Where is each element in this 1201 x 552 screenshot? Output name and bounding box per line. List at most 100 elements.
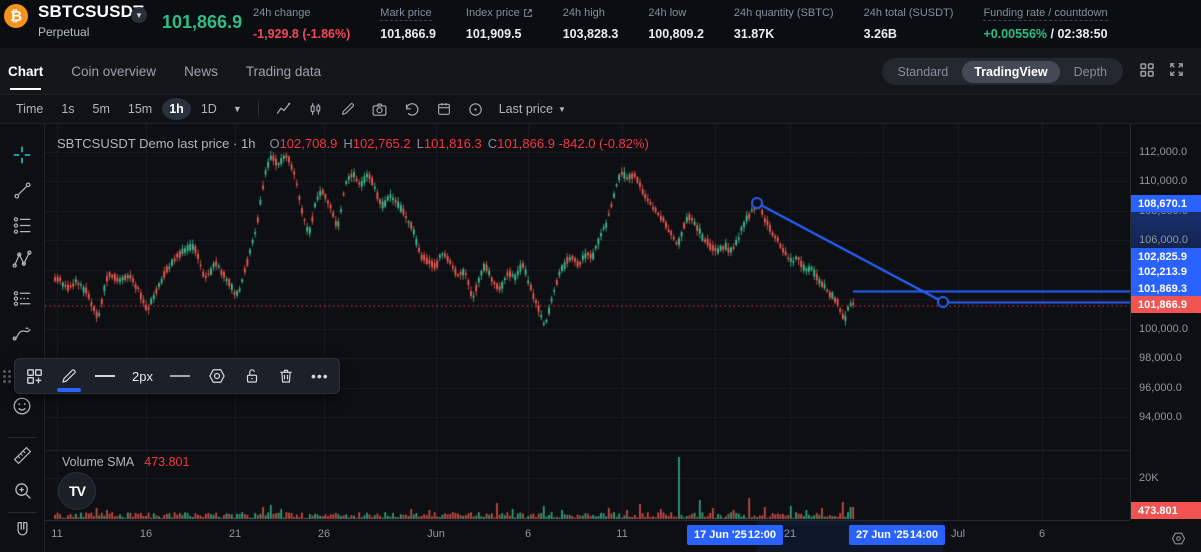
price-source-select[interactable]: Last price ▼ <box>499 102 566 116</box>
fib-retracement-tool-icon[interactable] <box>9 212 35 238</box>
layout-grid-icon[interactable] <box>1138 61 1158 81</box>
screenshot-camera-icon[interactable] <box>367 98 393 120</box>
legend-values: O102,708.9 H102,765.2 L101,816.3 C101,866.9… <box>263 136 648 151</box>
crosshair-tool-icon[interactable] <box>9 142 35 168</box>
stat-value: 103,828.3 <box>562 27 619 41</box>
calendar-icon[interactable] <box>431 98 457 120</box>
ticker-stat: 24h total (SUSDT) 3.26B <box>864 3 954 41</box>
ticker-stat: 24h quantity (SBTC) 31.87K <box>734 3 834 41</box>
legend-key: C <box>487 136 498 151</box>
candlestick-chart[interactable] <box>45 124 1130 520</box>
stat-label: 24h quantity (SBTC) <box>733 7 834 19</box>
delete-trash-icon[interactable] <box>277 367 295 385</box>
tab-trading-data[interactable]: Trading data <box>246 48 321 94</box>
ticker-stat: 24h high 103,828.3 <box>563 3 619 41</box>
position-tool-icon[interactable] <box>9 285 35 311</box>
more-options-icon[interactable]: ••• <box>311 368 329 384</box>
axis-settings-icon[interactable] <box>1170 530 1187 547</box>
stat-label: Index price <box>466 6 533 21</box>
ticker-stat: 24h low 100,809.2 <box>648 3 704 41</box>
chart-type-icon[interactable] <box>271 98 297 120</box>
tab-coin-overview[interactable]: Coin overview <box>71 48 156 94</box>
brush-tool-icon[interactable] <box>9 320 35 346</box>
toolbar-divider <box>257 101 259 117</box>
last-price: 101,866.9 <box>162 12 243 32</box>
legend-value: -842.0 (-0.82%) <box>554 136 649 151</box>
view-mode-tradingview[interactable]: TradingView <box>962 60 1060 83</box>
interval-1s[interactable]: 1s <box>53 100 82 118</box>
stat-value: 3.26B <box>863 27 897 41</box>
ticker-stat: Index price 101,909.5 <box>466 3 533 41</box>
line-width-label[interactable]: 2px <box>132 369 153 384</box>
time-tag: 27 Jun '25 14:00 <box>849 525 945 545</box>
tab-bar: Chart Coin overview News Trading data St… <box>0 48 1201 95</box>
legend-title: SBTCSUSDT Demo last price · 1h <box>57 136 256 151</box>
x-axis-tick: 11 <box>51 528 63 540</box>
y-axis-tick: 112,000.0 <box>1139 146 1188 158</box>
price-axis[interactable]: 112,000.0110,000.0108,000.0106,000.0104,… <box>1130 124 1201 520</box>
magnet-icon[interactable] <box>9 517 35 543</box>
time-label: Time <box>16 102 44 116</box>
tabs: Chart Coin overview News Trading data <box>8 48 321 94</box>
interval-1h[interactable]: 1h <box>162 98 191 120</box>
draw-pencil-icon[interactable] <box>335 98 361 120</box>
tab-news[interactable]: News <box>184 48 218 94</box>
x-axis-tick: 21 <box>228 528 242 540</box>
price-target-icon[interactable] <box>463 98 489 120</box>
interval-5m[interactable]: 5m <box>85 100 118 118</box>
time-tag: 17 Jun '25 12:00 <box>687 525 783 545</box>
drawing-tools-sidebar <box>0 124 45 552</box>
floating-drawing-toolbar: 2px ••• <box>0 358 340 394</box>
stat-value: 101,866.9 <box>380 27 436 41</box>
zoom-in-icon[interactable] <box>9 477 35 503</box>
external-link-icon[interactable] <box>523 8 533 18</box>
stat-label: 24h change <box>253 7 311 19</box>
stat-label: 24h total (SUSDT) <box>863 7 954 19</box>
time-axis[interactable]: 11 16 21 26 Jun 6 11 21 Jul 6 17 Jun '25 12:00 27 J… <box>45 520 1130 552</box>
fullscreen-icon[interactable] <box>1168 61 1188 81</box>
stat-label: Mark price <box>380 7 432 21</box>
symbol-dropdown-caret-icon[interactable]: ▼ <box>131 7 147 23</box>
trading-app: ₿ SBTCSUSDT ▼ Perpetual 101,866.9 24h ch… <box>0 0 1201 552</box>
view-mode-standard[interactable]: Standard <box>886 61 961 83</box>
stat-label: 24h low <box>648 7 687 19</box>
line-style-icon[interactable] <box>169 372 191 380</box>
template-icon[interactable] <box>25 367 44 386</box>
y-axis-tick: 100,000.0 <box>1139 323 1188 335</box>
interval-15m[interactable]: 15m <box>120 100 160 118</box>
lock-icon[interactable] <box>243 367 261 385</box>
x-axis-tick: 16 <box>139 528 153 540</box>
interval-dropdown-caret-icon[interactable]: ▼ <box>227 104 248 114</box>
chart-toolbar: Time 1s 5m 15m 1h 1D ▼ Last price ▼ <box>0 95 1201 124</box>
settings-nut-icon[interactable] <box>207 366 227 386</box>
line-color-pencil-icon[interactable] <box>57 367 81 392</box>
tradingview-logo[interactable]: TV <box>58 472 96 510</box>
x-axis-tick: 26 <box>317 528 331 540</box>
volume-legend: Volume SMA 473.801 <box>62 455 189 469</box>
price-tag: 101,866.9 <box>1131 296 1201 313</box>
stat-value: 101,909.5 <box>465 27 522 41</box>
market-type-label: Perpetual <box>38 25 90 39</box>
emoji-tool-icon[interactable] <box>9 393 35 419</box>
stat-value: 31.87K <box>733 27 775 41</box>
view-mode-depth[interactable]: Depth <box>1062 61 1119 83</box>
stat-label: Funding rate / countdown <box>983 7 1108 21</box>
chart-view-switch: Standard TradingView Depth <box>881 58 1123 85</box>
tab-chart[interactable]: Chart <box>8 48 43 94</box>
y-axis-tick: 98,000.0 <box>1139 352 1182 364</box>
xabcd-pattern-tool-icon[interactable] <box>9 247 35 273</box>
line-width-icon[interactable] <box>94 372 116 380</box>
x-axis-tick: 6 <box>524 528 532 540</box>
stat-value: 100,809.2 <box>648 27 704 41</box>
stat-value: -1,929.8 (-1.86%) <box>253 27 351 41</box>
price-source-label: Last price <box>498 102 553 116</box>
interval-1d[interactable]: 1D <box>193 100 225 118</box>
symbol-name[interactable]: SBTCSUSDT <box>38 2 144 22</box>
y-axis-tick: 96,000.0 <box>1139 382 1182 394</box>
toolbar-drag-handle[interactable] <box>0 358 14 394</box>
candlestick-style-icon[interactable] <box>303 98 329 120</box>
x-axis-tick: Jun <box>427 528 445 540</box>
trend-line-tool-icon[interactable] <box>9 177 35 203</box>
undo-icon[interactable] <box>399 98 425 120</box>
measure-ruler-icon[interactable] <box>9 442 35 468</box>
